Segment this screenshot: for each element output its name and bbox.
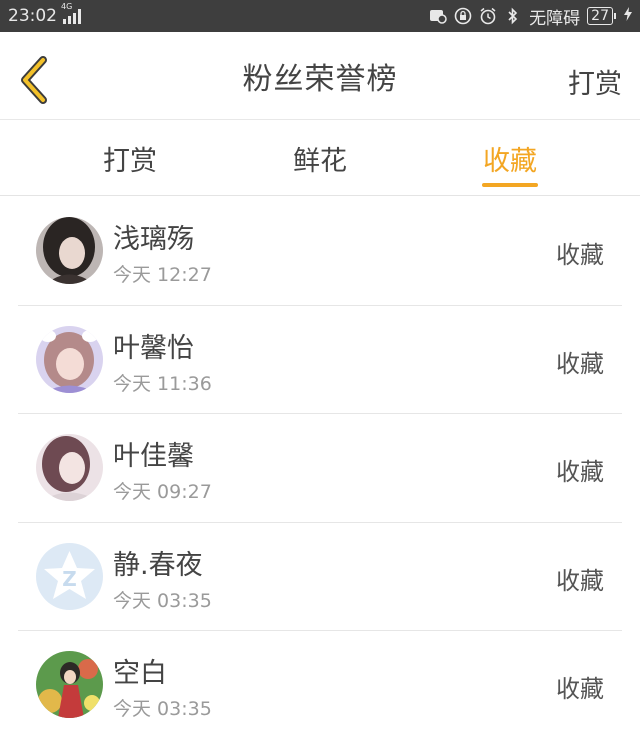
avatar bbox=[36, 217, 103, 284]
lock-rotation-icon bbox=[454, 7, 472, 25]
back-button[interactable] bbox=[14, 56, 54, 104]
avatar bbox=[36, 434, 103, 501]
user-name: 叶馨怡 bbox=[113, 332, 194, 364]
svg-text:Z: Z bbox=[62, 567, 77, 591]
list-item[interactable]: Z 静.春夜 今天 03:35 收藏 bbox=[18, 523, 622, 631]
bluetooth-icon bbox=[504, 7, 522, 25]
reward-button[interactable]: 打赏 bbox=[568, 62, 622, 101]
avatar bbox=[36, 325, 103, 393]
timestamp: 今天 12:27 bbox=[113, 264, 212, 286]
tab-flowers[interactable]: 鲜花 bbox=[260, 121, 380, 196]
page-title: 粉丝荣誉榜 bbox=[242, 61, 398, 97]
list-item[interactable]: 叶佳馨 今天 09:27 收藏 bbox=[18, 414, 622, 523]
active-tab-indicator bbox=[482, 183, 538, 187]
list-item[interactable]: 空白 今天 03:35 收藏 bbox=[18, 631, 622, 734]
network-type: 4G bbox=[61, 2, 73, 11]
status-bar-right: 无障碍 27 bbox=[429, 4, 632, 29]
tab-reward[interactable]: 打赏 bbox=[70, 121, 190, 196]
action-label: 收藏 bbox=[556, 241, 604, 269]
action-label: 收藏 bbox=[556, 349, 604, 378]
user-name: 浅璃殇 bbox=[113, 224, 194, 255]
chevron-left-icon bbox=[21, 56, 47, 104]
app-header: 粉丝荣誉榜 打赏 bbox=[0, 32, 640, 120]
action-label: 收藏 bbox=[556, 566, 604, 595]
charging-icon bbox=[624, 6, 632, 26]
action-label: 收藏 bbox=[556, 458, 604, 486]
accessibility-label: 无障碍 bbox=[529, 8, 581, 29]
user-name: 叶佳馨 bbox=[113, 441, 194, 472]
list-item[interactable]: 叶馨怡 今天 11:36 收藏 bbox=[18, 306, 622, 414]
fan-list: 浅璃殇 今天 12:27 收藏 叶馨怡 今天 11:36 收藏 叶佳馨 今天 0… bbox=[18, 197, 622, 734]
user-name: 空白 bbox=[113, 658, 167, 689]
timestamp: 今天 11:36 bbox=[113, 372, 212, 395]
battery-icon: 27 bbox=[587, 7, 616, 25]
alarm-icon bbox=[479, 7, 497, 25]
signal-icon: 4G bbox=[61, 2, 81, 24]
action-label: 收藏 bbox=[556, 675, 604, 703]
status-bar: 23:02 4G 无障碍 27 bbox=[0, 0, 640, 32]
tab-bar: 打赏 鲜花 收藏 bbox=[0, 121, 640, 196]
timestamp: 今天 03:35 bbox=[113, 589, 212, 612]
clock: 23:02 bbox=[8, 6, 57, 26]
sync-off-icon bbox=[429, 7, 447, 25]
list-item[interactable]: 浅璃殇 今天 12:27 收藏 bbox=[18, 197, 622, 306]
status-bar-left: 23:02 4G bbox=[8, 2, 81, 26]
timestamp: 今天 03:35 bbox=[113, 698, 212, 720]
timestamp: 今天 09:27 bbox=[113, 481, 212, 503]
battery-level: 27 bbox=[591, 7, 609, 24]
user-name: 静.春夜 bbox=[113, 549, 203, 581]
avatar: Z bbox=[36, 542, 103, 610]
avatar bbox=[36, 651, 103, 718]
